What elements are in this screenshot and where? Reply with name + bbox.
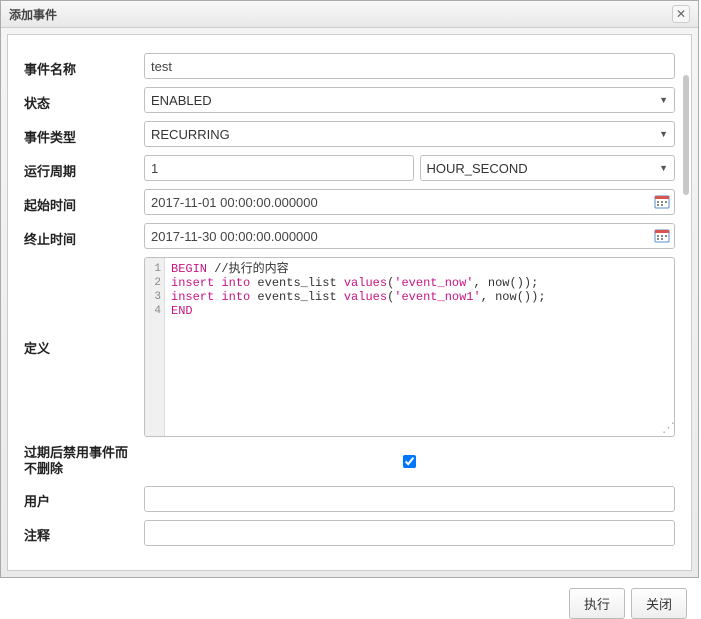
resize-handle-icon[interactable]: ⋰: [662, 424, 672, 434]
period-unit-select[interactable]: HOUR_SECOND: [420, 155, 676, 181]
dialog-title: 添加事件: [9, 6, 57, 23]
period-value-input[interactable]: [144, 155, 414, 181]
calendar-icon[interactable]: [653, 193, 671, 211]
dialog-content-wrap: 事件名称 状态 ENABLED 事件类型 RECURRING: [1, 28, 698, 577]
comment-input[interactable]: [144, 520, 675, 546]
dialog-buttons: 执行 关闭: [0, 578, 701, 619]
close-button[interactable]: 关闭: [631, 588, 687, 619]
label-comment: 注释: [24, 521, 144, 544]
code-body[interactable]: BEGIN //执行的内容insert into events_list val…: [165, 258, 674, 436]
execute-button[interactable]: 执行: [569, 588, 625, 619]
label-end-time: 终止时间: [24, 225, 144, 248]
dialog-titlebar: 添加事件 ✕: [1, 1, 698, 28]
event-type-select[interactable]: RECURRING: [144, 121, 675, 147]
row-user: 用户: [24, 486, 675, 512]
label-event-name: 事件名称: [24, 55, 144, 78]
row-comment: 注释: [24, 520, 675, 546]
label-start-time: 起始时间: [24, 191, 144, 214]
dialog-content: 事件名称 状态 ENABLED 事件类型 RECURRING: [7, 34, 692, 571]
calendar-icon[interactable]: [653, 227, 671, 245]
row-end-time: 终止时间: [24, 223, 675, 249]
code-gutter: 1234: [145, 258, 165, 436]
row-event-name: 事件名称: [24, 53, 675, 79]
label-definition: 定义: [24, 338, 144, 357]
label-disable-on-expire: 过期后禁用事件而不删除: [24, 445, 144, 478]
row-disable-on-expire: 过期后禁用事件而不删除: [24, 445, 675, 478]
row-event-type: 事件类型 RECURRING: [24, 121, 675, 147]
start-time-input[interactable]: [144, 189, 675, 215]
definition-editor[interactable]: 1234 BEGIN //执行的内容insert into events_lis…: [144, 257, 675, 437]
event-name-input[interactable]: [144, 53, 675, 79]
label-event-type: 事件类型: [24, 123, 144, 146]
user-input[interactable]: [144, 486, 675, 512]
disable-on-expire-checkbox[interactable]: [403, 455, 416, 468]
end-time-input[interactable]: [144, 223, 675, 249]
status-select[interactable]: ENABLED: [144, 87, 675, 113]
row-definition: 定义 1234 BEGIN //执行的内容insert into events_…: [24, 257, 675, 437]
label-period: 运行周期: [24, 157, 144, 180]
scrollbar-thumb[interactable]: [683, 75, 689, 195]
row-status: 状态 ENABLED: [24, 87, 675, 113]
row-start-time: 起始时间: [24, 189, 675, 215]
label-status: 状态: [24, 89, 144, 112]
label-user: 用户: [24, 487, 144, 510]
close-icon[interactable]: ✕: [672, 5, 690, 23]
row-period: 运行周期 HOUR_SECOND: [24, 155, 675, 181]
add-event-dialog: 添加事件 ✕ 事件名称 状态 ENABLED 事件类型: [0, 0, 699, 578]
